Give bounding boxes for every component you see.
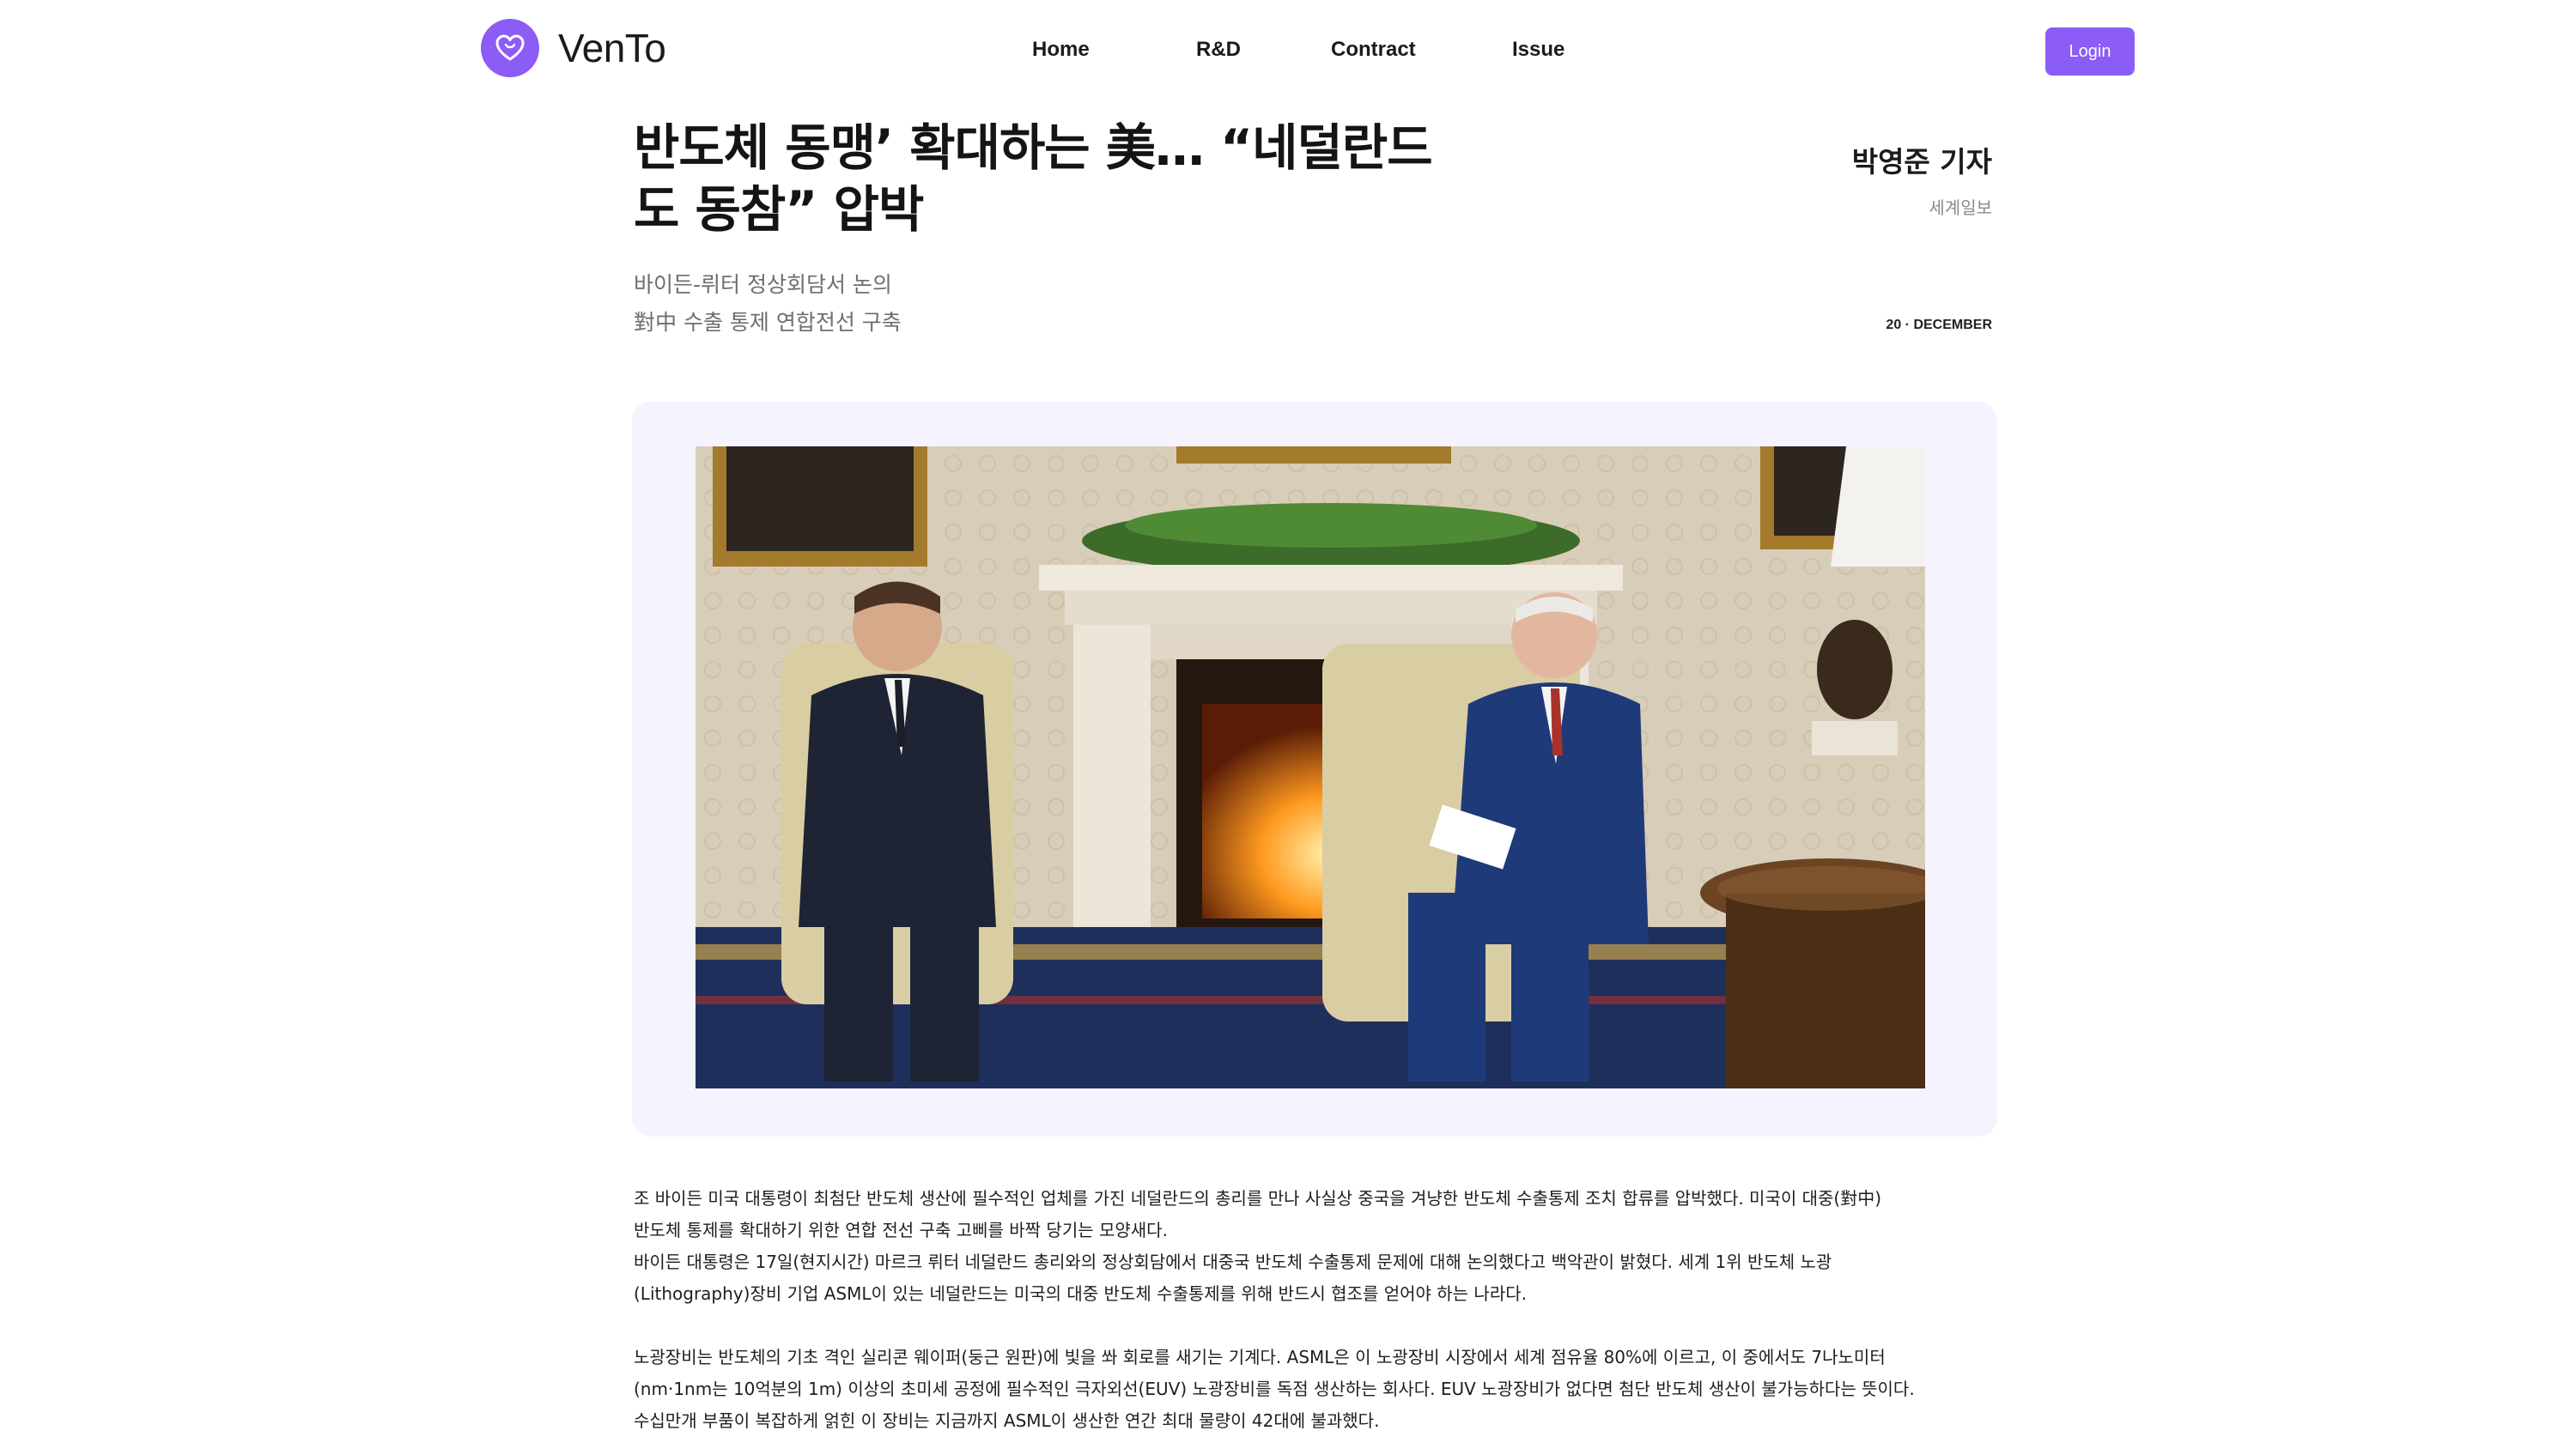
- reporter-name: 박영준 기자: [1851, 145, 1992, 179]
- body-line-7: 수십만개 부품이 복잡하게 얽힌 이 장비는 지금까지 ASML이 생산한 연간…: [634, 1410, 1380, 1431]
- body-line-2: 반도체 통제를 확대하기 위한 연합 전선 구축 고삐를 바짝 당기는 모양새다…: [634, 1220, 1168, 1240]
- body-line-5: 노광장비는 반도체의 기초 격인 실리콘 웨이퍼(둥근 원판)에 빛을 쏴 회로…: [634, 1347, 1886, 1367]
- subtitle-line-2: 對中 수출 통제 연합전선 구축: [634, 310, 902, 335]
- publish-date: 20 · DECEMBER: [1886, 318, 1992, 332]
- nav-home[interactable]: Home: [1032, 38, 1090, 62]
- photo-illustration: [696, 446, 1925, 1088]
- body-line-4: (Lithography)장비 기업 ASML이 있는 네덜란드는 미국의 대중…: [634, 1283, 1527, 1304]
- photo-card: [632, 402, 1997, 1137]
- nav-issue[interactable]: Issue: [1512, 38, 1564, 62]
- nav-contract[interactable]: Contract: [1331, 38, 1416, 62]
- body-line-3: 바이든 대통령은 17일(현지시간) 마르크 뤼터 네덜란드 총리와의 정상회담…: [634, 1252, 1832, 1272]
- nav-rnd[interactable]: R&D: [1196, 38, 1241, 62]
- press-name: 세계일보: [1929, 197, 1992, 218]
- body-line-1: 조 바이든 미국 대통령이 최첨단 반도체 생산에 필수적인 업체를 가진 네덜…: [634, 1188, 1882, 1209]
- main-nav: Home R&D Contract Issue: [0, 38, 2576, 69]
- article-photo: [696, 446, 1925, 1088]
- article-subtitle: 바이든-뤼터 정상회담서 논의 對中 수출 통제 연합전선 구축: [634, 266, 1321, 342]
- article-title-line-1: 반도체 동맹’ 확대하는 美… “네덜란드: [634, 118, 1433, 177]
- login-button[interactable]: Login: [2045, 27, 2135, 76]
- article-title: 반도체 동맹’ 확대하는 美… “네덜란드 도 동참” 압박: [634, 117, 1441, 240]
- body-line-6: (nm·1nm는 10억분의 1m) 이상의 초미세 공정에 필수적인 극자외선…: [634, 1379, 1915, 1399]
- article-body: 조 바이든 미국 대통령이 최첨단 반도체 생산에 필수적인 업체를 가진 네덜…: [634, 1183, 1999, 1437]
- subtitle-line-1: 바이든-뤼터 정상회담서 논의: [634, 272, 892, 297]
- article-title-line-2: 도 동참” 압박: [634, 180, 924, 239]
